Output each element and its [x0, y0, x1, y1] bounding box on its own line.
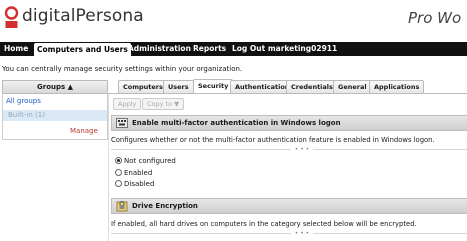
tab-applications[interactable]: Applications: [369, 80, 425, 93]
nav-reports[interactable]: Reports: [193, 42, 226, 56]
radio-selected-icon: [115, 157, 122, 164]
radio-label: Enabled: [124, 169, 153, 177]
groups-header-label: Groups: [37, 83, 66, 91]
intro-text: You can centrally manage security settin…: [2, 65, 243, 73]
group-all-groups[interactable]: All groups: [6, 97, 41, 105]
resize-grip-icon[interactable]: • • •: [291, 147, 313, 153]
tab-security[interactable]: Security: [193, 79, 234, 94]
radio-label: Not configured: [124, 157, 176, 165]
resize-grip-icon[interactable]: • • •: [291, 231, 313, 237]
tab-general[interactable]: General: [333, 80, 372, 93]
section-mfa-description: Configures whether or not the multi-fact…: [111, 136, 435, 144]
radio-enabled[interactable]: Enabled: [115, 169, 152, 177]
section-drive-encryption-header[interactable]: Drive Encryption: [111, 198, 467, 214]
radio-unselected-icon: [115, 169, 122, 176]
brand-name: digitalPersona: [22, 6, 144, 26]
section-drive-encryption-title: Drive Encryption: [132, 202, 198, 210]
nav-home[interactable]: Home: [4, 42, 28, 56]
section-mfa-title: Enable multi-factor authentication in Wi…: [132, 119, 341, 127]
manage-groups-link[interactable]: Manage: [70, 127, 98, 135]
section-divider: • • •: [111, 231, 467, 237]
nav-log-out[interactable]: Log Out marketing02911: [232, 42, 337, 56]
section-drive-encryption-description: If enabled, all hard drives on computers…: [111, 220, 417, 228]
product-name: Pro Wo: [408, 9, 462, 27]
radio-not-configured[interactable]: Not configured: [115, 157, 176, 165]
groups-header[interactable]: Groups ▲: [2, 80, 108, 94]
tab-users[interactable]: Users: [163, 80, 194, 93]
radio-unselected-icon: [115, 180, 122, 187]
tab-credentials[interactable]: Credentials: [286, 80, 338, 93]
section-mfa-header[interactable]: Enable multi-factor authentication in Wi…: [111, 115, 467, 131]
apply-button[interactable]: Apply: [113, 98, 142, 110]
sort-asc-icon: ▲: [67, 83, 73, 91]
padlock-drive-icon: [116, 201, 128, 212]
copy-to-button[interactable]: Copy to ▼: [142, 98, 185, 110]
radio-label: Disabled: [124, 180, 155, 188]
digitalpersona-logo-icon: [4, 6, 19, 28]
group-built-in[interactable]: Built-in (1): [3, 110, 107, 121]
main-nav: Home Computers and Users Administration …: [0, 42, 467, 56]
tab-authentication[interactable]: Authentication: [230, 80, 295, 93]
keyboard-lock-icon: [116, 118, 128, 128]
tab-computers[interactable]: Computers: [118, 80, 168, 93]
radio-disabled[interactable]: Disabled: [115, 180, 154, 188]
section-divider: • • •: [111, 147, 467, 153]
nav-administration[interactable]: Administration: [128, 42, 191, 56]
nav-computers-and-users[interactable]: Computers and Users: [34, 43, 131, 56]
